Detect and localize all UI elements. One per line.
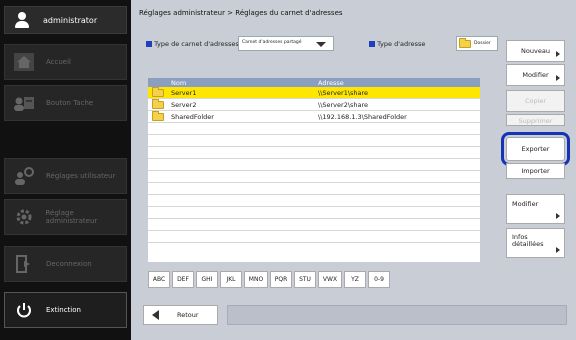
sidebar-item-label: Extinction xyxy=(46,306,81,314)
copier-button[interactable]: Copier xyxy=(506,90,565,112)
alpha-tab-pqr[interactable]: PQR xyxy=(270,271,292,288)
importer-button[interactable]: Importer xyxy=(506,163,565,179)
alpha-tab-jkl[interactable]: JKL xyxy=(220,271,242,288)
alpha-tab-yz[interactable]: YZ xyxy=(344,271,366,288)
alphabet-tabs: ABC DEF GHI JKL MNO PQR STU VWX YZ 0-9 xyxy=(148,271,390,288)
power-icon xyxy=(12,298,36,322)
table-row-empty xyxy=(148,195,480,207)
exporter-button[interactable]: Exporter xyxy=(501,132,570,166)
sidebar-item-deconnexion[interactable]: Deconnexion xyxy=(4,246,127,282)
table-row[interactable]: SharedFolder \\192.168.1.3\SharedFolder xyxy=(148,111,480,123)
alpha-tab-ghi[interactable]: GHI xyxy=(196,271,218,288)
user-name: administrator xyxy=(43,15,98,25)
folder-icon xyxy=(152,87,164,97)
table-row-empty xyxy=(148,207,480,219)
bullet-icon xyxy=(146,41,152,47)
folder-icon xyxy=(459,37,471,48)
sidebar-item-bouton-tache[interactable]: Bouton Tache xyxy=(4,85,127,121)
sidebar-item-label: Deconnexion xyxy=(46,260,92,268)
chevron-right-icon xyxy=(556,247,560,253)
alpha-tab-0-9[interactable]: 0-9 xyxy=(368,271,390,288)
table-row-empty xyxy=(148,183,480,195)
user-icon xyxy=(13,11,31,29)
address-type-select[interactable]: Dossier xyxy=(456,36,498,51)
table-row-empty xyxy=(148,123,480,135)
sidebar-item-reglages-utilisateur[interactable]: Réglages utilisateur xyxy=(4,158,127,194)
supprimer-button[interactable]: Supprimer xyxy=(506,114,565,126)
sidebar-item-label: Accueil xyxy=(46,58,71,66)
sidebar-item-extinction[interactable]: Extinction xyxy=(4,292,127,328)
home-icon xyxy=(12,50,36,74)
chevron-right-icon xyxy=(556,213,560,219)
task-icon xyxy=(12,91,36,115)
bottom-bar xyxy=(227,305,567,325)
user-settings-icon xyxy=(12,164,36,188)
folder-icon xyxy=(152,111,164,121)
sidebar-item-label: Réglage administrateur xyxy=(45,209,98,225)
dropdown-arrow-icon xyxy=(316,42,326,47)
sidebar-item-label: Réglages utilisateur xyxy=(46,172,116,180)
nouveau-button[interactable]: Nouveau xyxy=(506,40,565,62)
alpha-tab-stu[interactable]: STU xyxy=(294,271,316,288)
table-row-empty xyxy=(148,159,480,171)
alpha-tab-vwx[interactable]: VWX xyxy=(318,271,342,288)
admin-settings-icon xyxy=(12,205,35,229)
address-table: Nom Adresse Server1 \\Server1\share Serv… xyxy=(148,78,480,262)
bullet-icon xyxy=(369,41,375,47)
logout-icon xyxy=(12,252,36,276)
alpha-tab-def[interactable]: DEF xyxy=(172,271,194,288)
address-book-type-select[interactable]: Carnet d'adresses partagé xyxy=(238,36,334,51)
table-row[interactable]: Server1 \\Server1\share xyxy=(148,87,480,99)
sidebar: administrator Accueil Bouton Tache Régla… xyxy=(0,0,131,340)
sidebar-item-reglage-administrateur[interactable]: Réglage administrateur xyxy=(4,199,127,235)
table-row[interactable]: Server2 \\Server2\share xyxy=(148,99,480,111)
table-row-empty xyxy=(148,135,480,147)
back-button[interactable]: Retour xyxy=(143,305,218,325)
table-row-empty xyxy=(148,231,480,243)
chevron-right-icon xyxy=(556,75,560,81)
user-box: administrator xyxy=(4,6,127,34)
table-row-empty xyxy=(148,219,480,231)
infos-detaillees-button[interactable]: Infos détaillées xyxy=(506,228,565,258)
column-header-adresse: Adresse xyxy=(318,79,344,87)
address-type-label: Type d'adresse xyxy=(369,40,425,48)
table-header: Nom Adresse xyxy=(148,78,480,87)
sidebar-item-accueil[interactable]: Accueil xyxy=(4,44,127,80)
table-row-empty xyxy=(148,147,480,159)
sidebar-item-label: Bouton Tache xyxy=(46,99,94,107)
modifier-button[interactable]: Modifier xyxy=(506,64,565,86)
back-arrow-icon xyxy=(152,310,159,320)
address-book-type-label: Type de carnet d'adresses xyxy=(146,40,239,48)
alpha-tab-mno[interactable]: MNO xyxy=(244,271,268,288)
folder-icon xyxy=(152,99,164,109)
modifier-details-button[interactable]: Modifier xyxy=(506,194,565,224)
table-row-empty xyxy=(148,171,480,183)
chevron-right-icon xyxy=(556,51,560,57)
breadcrumb: Réglages administrateur > Réglages du ca… xyxy=(139,9,343,17)
main-panel: Réglages administrateur > Réglages du ca… xyxy=(131,0,576,340)
alpha-tab-abc[interactable]: ABC xyxy=(148,271,170,288)
column-header-nom: Nom xyxy=(171,79,187,87)
